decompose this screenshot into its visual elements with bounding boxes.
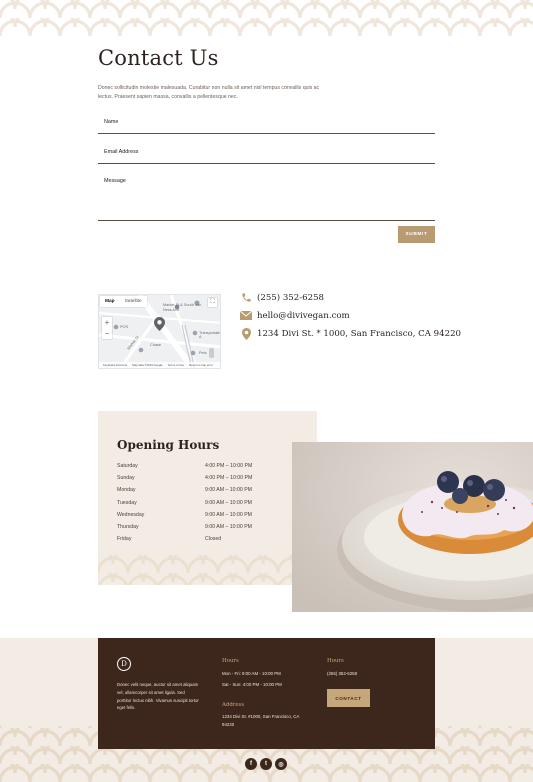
contact-section: Contact Us Donec sollicitudin molestie m…	[98, 46, 435, 243]
hours-list: Saturday 4:00 PM – 10:00 PM Sunday 4:00 PM…	[117, 463, 277, 548]
hours-day: Friday	[117, 536, 132, 543]
street-view-icon[interactable]	[209, 348, 214, 358]
message-field-label: Message	[104, 178, 126, 184]
contact-intro: Donec sollicitudin molestie malesuada. C…	[98, 85, 320, 100]
location-pin-icon	[240, 327, 252, 340]
map-label-bank: Chase	[150, 343, 161, 347]
hours-card-pattern	[98, 555, 317, 585]
hours-day: Wednesday	[117, 511, 145, 518]
hours-time: 9:00 AM – 10:00 PM	[205, 523, 253, 530]
map-keyboard-shortcuts[interactable]: Keyboard shortcuts	[103, 363, 127, 367]
map-data-credit: Map data ©2023 Google	[132, 363, 163, 367]
map-tab-satellite[interactable]: Satellite	[120, 296, 147, 307]
hours-time: 4:00 PM – 10:00 PM	[205, 463, 253, 469]
email-field[interactable]: Email Address	[98, 146, 435, 164]
hours-day: Monday	[117, 487, 136, 494]
hours-time: 9:00 AM – 10:00 PM	[205, 511, 253, 518]
street-address: 1234 Divi St. * 1000, San Francisco, CA …	[257, 328, 462, 339]
site-logo[interactable]: D	[117, 657, 131, 671]
phone-row: (255) 352-6258	[240, 292, 324, 303]
instagram-icon[interactable]: ◎	[275, 758, 287, 770]
facebook-icon[interactable]: f	[245, 758, 257, 770]
map-tab-map[interactable]: Map	[100, 296, 120, 307]
opening-hours-card: Opening Hours Saturday 4:00 PM – 10:00 PM…	[98, 411, 317, 585]
hours-row: Wednesday 9:00 AM – 10:00 PM	[117, 512, 277, 524]
hours-day: Sunday	[117, 475, 135, 482]
message-field[interactable]: Message	[98, 175, 435, 221]
footer-hours-weekday: Mon - Fri: 9:00 AM - 10:00 PM	[222, 671, 281, 676]
fullscreen-icon[interactable]: ⛶	[208, 298, 217, 307]
map-label-place: Market St & South Van Ness Ave	[163, 303, 202, 312]
hours-day: Tuesday	[117, 499, 137, 506]
hours-day: Saturday	[117, 463, 138, 469]
map-attribution: Keyboard shortcuts Map data ©2023 Google…	[99, 362, 220, 368]
footer-address-heading: Address	[222, 702, 245, 708]
hours-time: 4:00 PM – 10:00 PM	[205, 475, 253, 482]
zoom-controls: + −	[102, 317, 112, 339]
hours-row: Friday Closed	[117, 536, 277, 548]
top-scallop-pattern	[0, 0, 533, 36]
map-label-pets: Pets	[199, 351, 207, 355]
footer-phone[interactable]: (255) 352-6258	[327, 670, 357, 678]
page-title: Contact Us	[98, 46, 219, 70]
map-terms-link[interactable]: Terms of Use	[168, 363, 184, 367]
donut-photo	[292, 442, 533, 612]
hours-time: 9:00 AM – 10:00 PM	[205, 499, 253, 506]
email-row: hello@divivegan.com	[240, 310, 350, 321]
footer-about: Donec velit neque, auctor sit amet aliqu…	[117, 682, 199, 711]
phone-icon	[240, 292, 252, 303]
footer-contact-heading: Hours	[327, 658, 344, 664]
hours-row: Monday 9:00 AM – 10:00 PM	[117, 487, 277, 499]
map-label-pos: POS	[120, 325, 129, 329]
name-field-label: Name	[104, 119, 119, 125]
map-report-link[interactable]: Report a map error	[189, 363, 213, 367]
hours-time: Closed	[205, 536, 222, 543]
hours-row: Sunday 4:00 PM – 10:00 PM	[117, 475, 277, 487]
map-pin-icon[interactable]	[154, 317, 165, 336]
footer-address-text: 1234 Divi St. #1000, San Francisco, CA 9…	[222, 714, 300, 727]
hours-time: 9:00 AM – 10:00 PM	[205, 487, 253, 494]
envelope-icon	[240, 310, 252, 321]
hours-day: Thursday	[117, 523, 139, 530]
hours-row: Tuesday 9:00 AM – 10:00 PM	[117, 500, 277, 512]
phone-number[interactable]: (255) 352-6258	[257, 293, 324, 303]
address-row: 1234 Divi St. * 1000, San Francisco, CA …	[240, 327, 462, 340]
footer: D Donec velit neque, auctor sit amet ali…	[98, 638, 435, 749]
name-field[interactable]: Name	[98, 116, 435, 134]
footer-hours-weekend: Sat - Sun: 4:00 PM - 10:00 PM	[222, 682, 282, 687]
footer-hours-heading: Hours	[222, 658, 239, 664]
hours-title: Opening Hours	[117, 438, 220, 452]
hours-row: Thursday 9:00 AM – 10:00 PM	[117, 524, 277, 536]
map-label-transport: Transportation A	[199, 331, 221, 339]
map-type-tabs: Map Satellite	[100, 296, 147, 307]
email-address[interactable]: hello@divivegan.com	[257, 311, 350, 321]
zoom-out-button[interactable]: −	[102, 328, 112, 339]
twitter-icon[interactable]: t	[260, 758, 272, 770]
email-field-label: Email Address	[104, 149, 139, 155]
map-embed[interactable]: Map Satellite ⛶ + − Market St & South Va…	[98, 294, 221, 369]
hours-row: Saturday 4:00 PM – 10:00 PM	[117, 463, 277, 475]
submit-button[interactable]: SUBMIT	[398, 226, 435, 243]
zoom-in-button[interactable]: +	[102, 317, 112, 328]
contact-button[interactable]: CONTACT	[327, 689, 370, 707]
